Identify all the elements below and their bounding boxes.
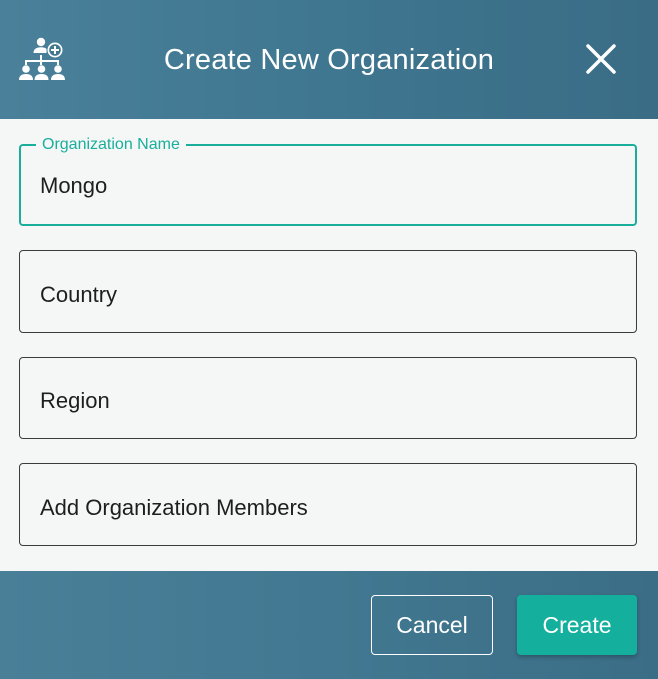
create-button[interactable]: Create (517, 595, 637, 655)
dialog-body: Organization Name Mongo Country Region A… (0, 119, 658, 571)
dialog-footer: Cancel Create (0, 571, 658, 679)
create-organization-dialog: Create New Organization Organization Nam… (0, 0, 658, 679)
dialog-header: Create New Organization (0, 0, 658, 119)
close-icon (586, 44, 616, 74)
organization-name-label: Organization Name (36, 136, 186, 154)
region-field[interactable]: Region (19, 357, 637, 439)
cancel-button[interactable]: Cancel (371, 595, 493, 655)
organization-name-value: Mongo (40, 173, 108, 198)
organization-name-field[interactable]: Organization Name Mongo (19, 136, 637, 226)
dialog-title: Create New Organization (163, 44, 495, 76)
organization-members-field[interactable]: Add Organization Members (19, 463, 637, 546)
organization-members-placeholder: Add Organization Members (40, 495, 308, 520)
country-placeholder: Country (40, 282, 118, 307)
region-placeholder: Region (40, 388, 110, 413)
close-button[interactable] (580, 38, 622, 80)
country-field[interactable]: Country (19, 250, 637, 333)
